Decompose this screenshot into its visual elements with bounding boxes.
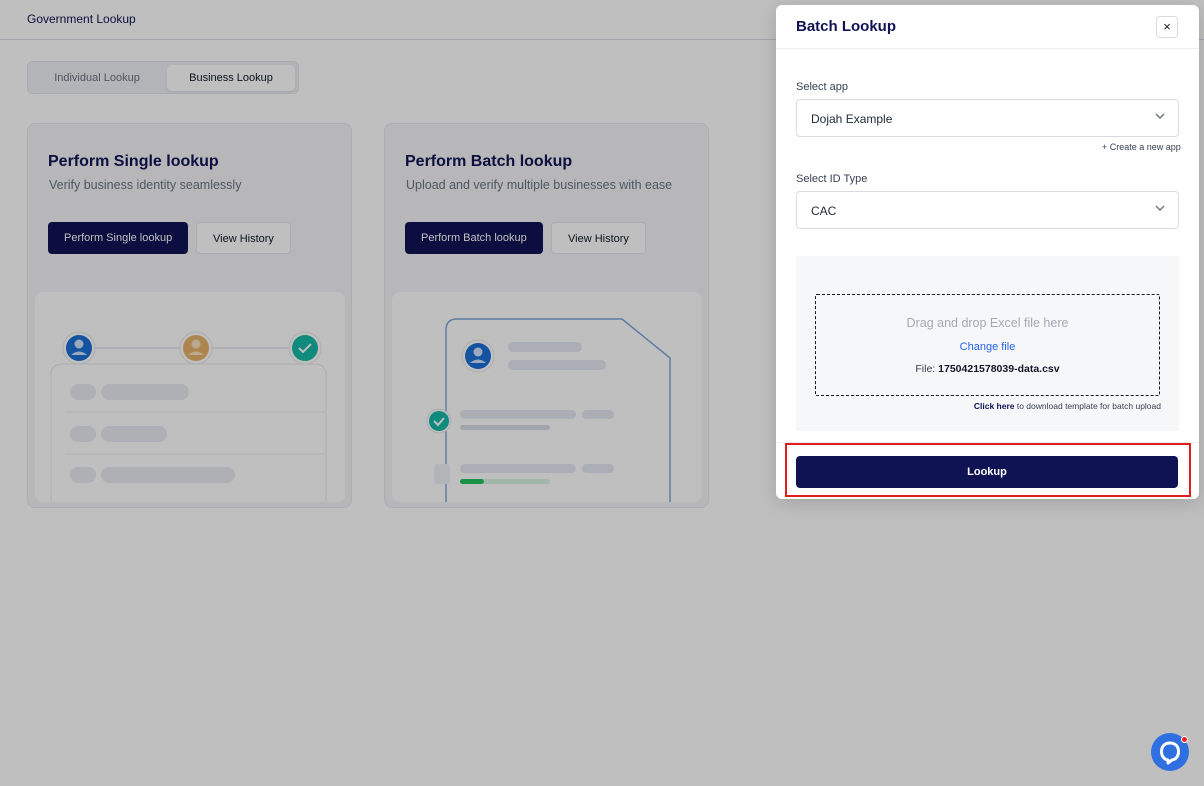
select-app-value: Dojah Example bbox=[811, 112, 893, 126]
select-id-type-label: Select ID Type bbox=[796, 173, 868, 185]
close-icon: × bbox=[1163, 19, 1171, 34]
drop-instruction: Drag and drop Excel file here bbox=[906, 316, 1069, 330]
drawer-title: Batch Lookup bbox=[796, 18, 896, 35]
notification-badge bbox=[1181, 736, 1188, 743]
drawer-header: Batch Lookup × bbox=[776, 5, 1199, 49]
template-download-text: Click here to download template for batc… bbox=[974, 401, 1161, 411]
file-upload-zone: Drag and drop Excel file here Change fil… bbox=[796, 256, 1179, 431]
close-button[interactable]: × bbox=[1156, 16, 1178, 38]
template-download-caption: to download template for batch upload bbox=[1014, 401, 1161, 411]
selected-file: File: 1750421578039-data.csv bbox=[816, 363, 1159, 375]
chat-support-button[interactable] bbox=[1151, 733, 1189, 771]
select-id-type-value: CAC bbox=[811, 204, 837, 218]
chevron-down-icon bbox=[1155, 113, 1165, 119]
file-name: 1750421578039-data.csv bbox=[938, 363, 1060, 375]
chevron-down-icon bbox=[1155, 205, 1165, 211]
lookup-button-highlight bbox=[785, 443, 1191, 497]
select-app-dropdown[interactable]: Dojah Example bbox=[796, 99, 1179, 137]
select-id-type-dropdown[interactable]: CAC bbox=[796, 191, 1179, 229]
select-app-label: Select app bbox=[796, 81, 848, 93]
file-drop-area[interactable]: Drag and drop Excel file here Change fil… bbox=[815, 294, 1160, 396]
create-new-app-link[interactable]: + Create a new app bbox=[1102, 142, 1181, 152]
file-prefix: File: bbox=[915, 363, 936, 375]
batch-lookup-drawer: Batch Lookup × Select app Dojah Example … bbox=[776, 5, 1199, 499]
download-template-link[interactable]: Click here bbox=[974, 401, 1015, 411]
change-file-link[interactable]: Change file bbox=[816, 341, 1159, 353]
